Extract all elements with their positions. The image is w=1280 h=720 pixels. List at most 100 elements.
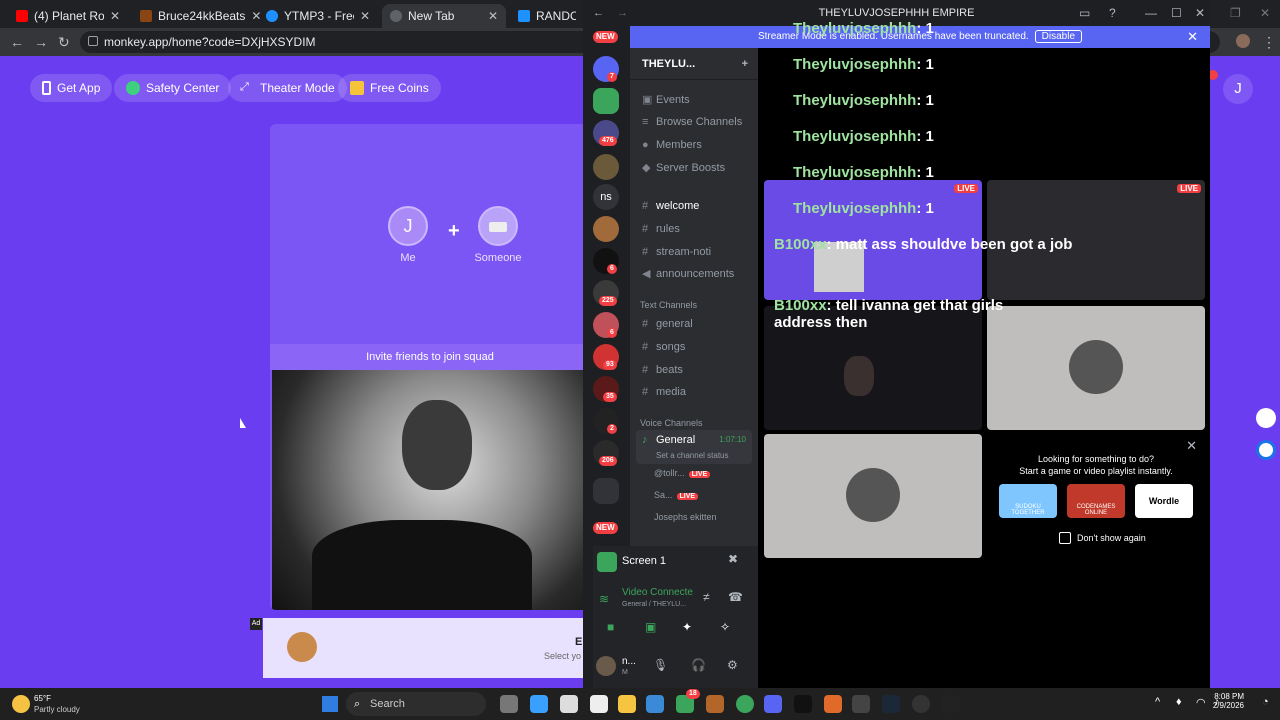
minimize-icon[interactable]: — bbox=[1145, 0, 1157, 26]
forward-icon[interactable]: → bbox=[34, 34, 48, 50]
server-icon[interactable] bbox=[593, 216, 619, 242]
network-icon[interactable]: ◠ bbox=[1196, 696, 1206, 709]
chat-bubble-icon[interactable] bbox=[1256, 440, 1276, 460]
voice-channels-category[interactable]: Voice Channels bbox=[640, 418, 703, 428]
nav-server-boosts[interactable]: ◆ Server Boosts bbox=[636, 158, 752, 178]
user-tile[interactable] bbox=[764, 434, 982, 558]
close-tab-icon[interactable]: ✕ bbox=[360, 9, 370, 23]
channel-stream-noti[interactable]: # stream-noti bbox=[636, 242, 752, 262]
voice-channel-general[interactable]: ♪ General 1:07:10 Set a channel status bbox=[636, 430, 752, 464]
copilot-icon[interactable] bbox=[530, 695, 548, 713]
taskbar-search[interactable]: ⌕ Search bbox=[346, 692, 486, 716]
nav-members[interactable]: ● Members bbox=[636, 135, 752, 155]
disconnect-icon[interactable]: ☎ bbox=[728, 590, 743, 604]
safety-center-button[interactable]: Safety Center bbox=[114, 74, 232, 102]
close-icon[interactable]: ✕ bbox=[1195, 0, 1205, 26]
activities-icon[interactable]: ✦ bbox=[682, 620, 692, 634]
channel-announcements[interactable]: ◀ announcements bbox=[636, 264, 752, 284]
browser-tab[interactable]: Bruce24kkBeats ✕ bbox=[132, 4, 261, 28]
steam-icon[interactable] bbox=[882, 695, 900, 713]
store-icon[interactable] bbox=[646, 695, 664, 713]
system-clock[interactable]: 8:08 PM 2/9/2026 bbox=[1213, 692, 1244, 710]
server-icon-ns[interactable]: ns bbox=[593, 184, 619, 210]
maximize-icon[interactable]: ☐ bbox=[1171, 0, 1182, 26]
voice-user[interactable]: Josephs ekitten bbox=[654, 512, 717, 522]
noise-suppression-icon[interactable]: ≠ bbox=[703, 590, 710, 604]
server-icon[interactable] bbox=[593, 88, 619, 114]
server-name-header[interactable]: THEYLU... + bbox=[630, 48, 758, 80]
channel-rules[interactable]: # rules bbox=[636, 219, 752, 239]
file-explorer-icon[interactable] bbox=[618, 695, 636, 713]
profile-avatar[interactable]: J bbox=[1223, 74, 1253, 104]
close-tab-icon[interactable]: ✕ bbox=[110, 9, 120, 23]
game-wordle[interactable]: Wordle bbox=[1135, 484, 1193, 518]
settings-gear-icon[interactable]: ⚙ bbox=[727, 658, 738, 672]
menu-icon[interactable]: ⋮ bbox=[1262, 34, 1276, 51]
media-player-icon[interactable] bbox=[912, 695, 930, 713]
microphone-tray-icon[interactable]: ♦ bbox=[1176, 696, 1182, 708]
share-screen-icon[interactable]: ▣ bbox=[645, 620, 656, 634]
browser-tab[interactable]: (4) Planet Rock - YouTube✕ bbox=[8, 4, 128, 28]
text-channels-category[interactable]: Text Channels bbox=[640, 300, 697, 310]
free-coins-button[interactable]: Free Coins bbox=[338, 74, 441, 102]
window-close-icon[interactable]: ✕ bbox=[1260, 6, 1270, 20]
browser-tab[interactable]: RANDOMS FO bbox=[510, 4, 584, 28]
weather-temp[interactable]: 65°F bbox=[34, 694, 51, 703]
camera-icon[interactable]: ■ bbox=[607, 620, 614, 634]
voice-user[interactable]: Sa... LIVE bbox=[654, 490, 699, 500]
channel-general[interactable]: # general bbox=[636, 314, 752, 334]
app-icon[interactable] bbox=[560, 695, 578, 713]
server-icon[interactable] bbox=[593, 154, 619, 180]
notepad-icon[interactable] bbox=[590, 695, 608, 713]
voice-user[interactable]: @tollr... LIVE bbox=[654, 468, 711, 478]
ad-banner[interactable]: E Select yo bbox=[263, 618, 583, 678]
get-app-button[interactable]: Get App bbox=[30, 74, 113, 102]
app-icon[interactable] bbox=[794, 695, 812, 713]
stop-stream-icon[interactable]: ✖ bbox=[728, 552, 738, 566]
back-icon[interactable]: ← bbox=[593, 0, 604, 26]
app-icon[interactable] bbox=[706, 695, 724, 713]
discord-icon[interactable] bbox=[764, 695, 782, 713]
invite-someone-button[interactable] bbox=[478, 206, 518, 246]
channel-welcome[interactable]: # welcome bbox=[636, 196, 752, 216]
obs-icon[interactable] bbox=[942, 695, 960, 713]
invite-friends-banner[interactable]: Invite friends to join squad bbox=[270, 344, 590, 370]
game-codenames[interactable]: CODENAMES ONLINE bbox=[1067, 484, 1125, 518]
dont-show-checkbox[interactable] bbox=[1059, 532, 1071, 544]
theater-mode-button[interactable]: ⤢ Theater Mode bbox=[228, 74, 347, 102]
folder-icon[interactable] bbox=[593, 478, 619, 504]
scissors-icon[interactable] bbox=[1256, 408, 1276, 428]
close-icon[interactable]: ✕ bbox=[1186, 438, 1197, 454]
profile-avatar[interactable] bbox=[1236, 34, 1250, 48]
inbox-icon[interactable]: ▭ bbox=[1079, 0, 1090, 26]
nav-browse-channels[interactable]: ≡ Browse Channels bbox=[636, 112, 752, 132]
add-user-icon[interactable]: + bbox=[742, 48, 748, 80]
reload-icon[interactable]: ↻ bbox=[58, 34, 70, 51]
notifications-icon[interactable]: ◔ bbox=[1262, 696, 1269, 708]
fl-studio-icon[interactable] bbox=[852, 695, 870, 713]
windows-start-icon[interactable] bbox=[322, 696, 338, 712]
close-icon[interactable]: ✕ bbox=[1187, 26, 1198, 48]
browser-tab-active[interactable]: New Tab ✕ bbox=[382, 4, 506, 28]
window-restore-icon[interactable]: ❐ bbox=[1230, 6, 1241, 20]
channel-media[interactable]: # media bbox=[636, 382, 752, 402]
site-info-icon[interactable] bbox=[88, 36, 98, 46]
xbox-icon[interactable]: 18 bbox=[676, 689, 700, 713]
headphones-icon[interactable]: 🎧 bbox=[691, 658, 706, 672]
microphone-icon[interactable]: 🎙 bbox=[653, 658, 668, 672]
game-sudoku[interactable]: SUDOKU TOGETHER bbox=[999, 484, 1057, 518]
user-avatar[interactable] bbox=[596, 656, 616, 676]
disable-button[interactable]: Disable bbox=[1034, 30, 1083, 43]
chrome-icon[interactable] bbox=[736, 695, 754, 713]
channel-songs[interactable]: # songs bbox=[636, 337, 752, 357]
channel-beats[interactable]: # beats bbox=[636, 360, 752, 380]
weather-icon[interactable] bbox=[12, 695, 30, 713]
task-view-icon[interactable] bbox=[500, 695, 518, 713]
tray-expand-icon[interactable]: ^ bbox=[1155, 696, 1160, 708]
forward-icon[interactable]: → bbox=[617, 0, 628, 26]
nav-events[interactable]: ▣ Events bbox=[636, 90, 752, 110]
soundboard-icon[interactable]: ✧ bbox=[720, 620, 730, 634]
help-icon[interactable]: ? bbox=[1109, 0, 1116, 26]
close-tab-icon[interactable]: ✕ bbox=[488, 9, 498, 23]
browser-tab[interactable]: YTMP3 - Free YouTube✕ bbox=[258, 4, 378, 28]
